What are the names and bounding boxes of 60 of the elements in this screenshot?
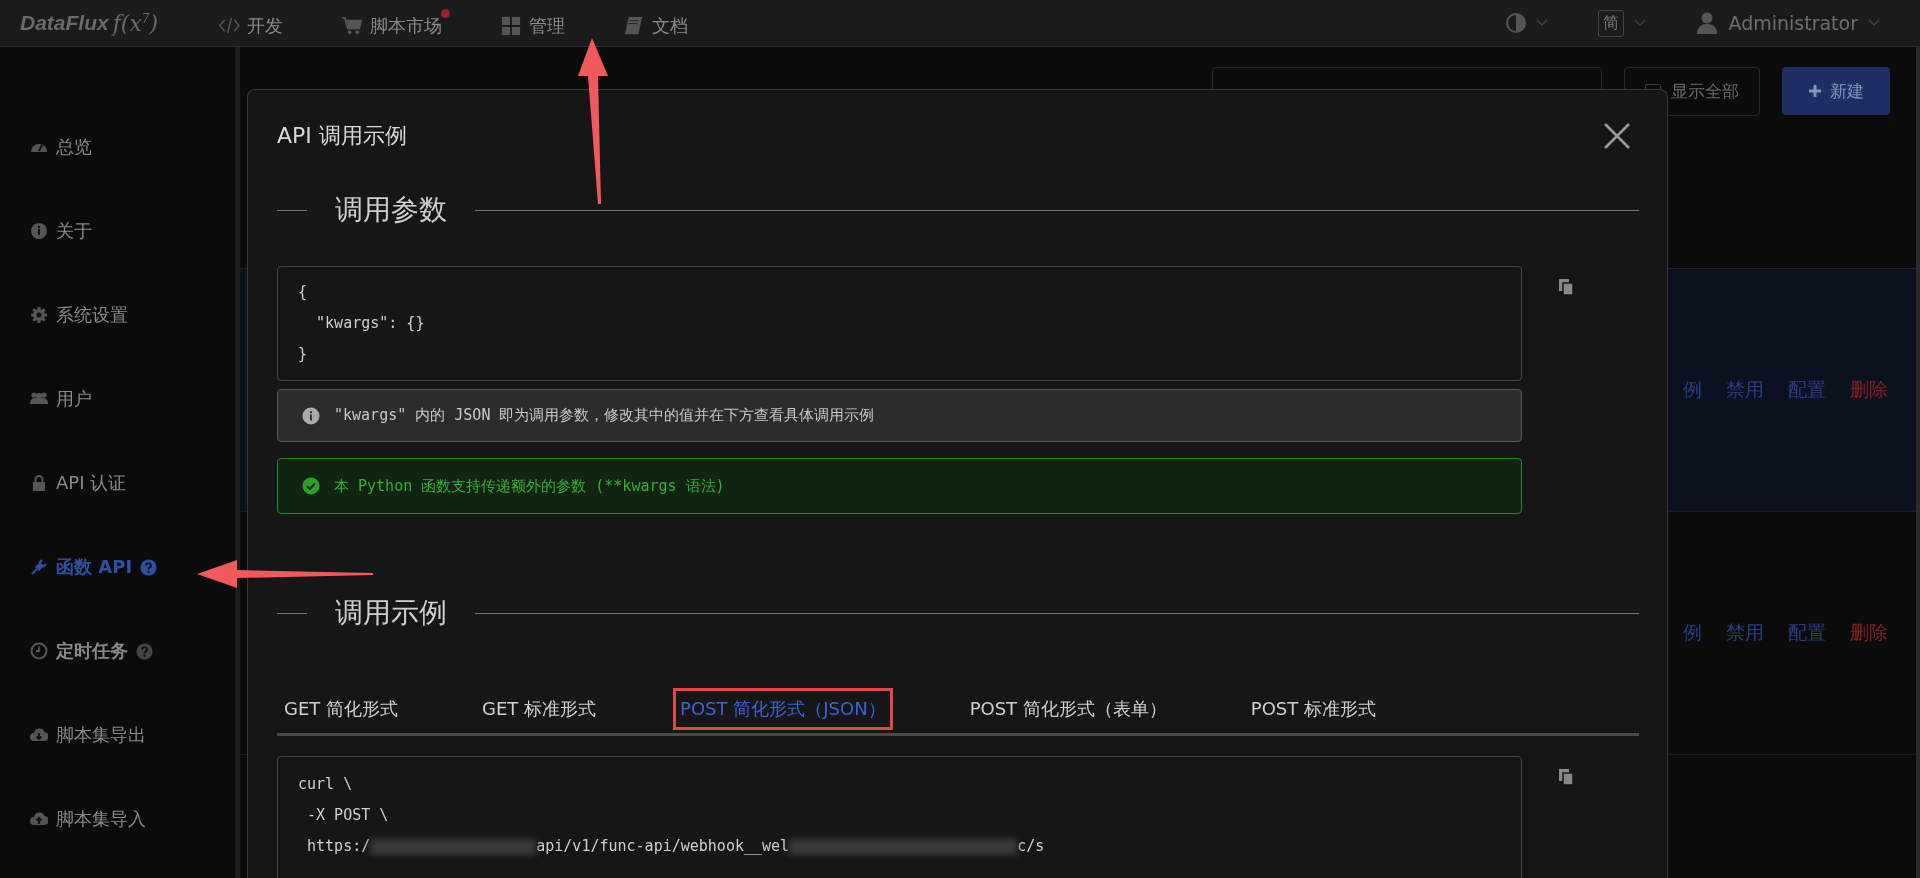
- close-button[interactable]: [1603, 122, 1631, 150]
- plus-icon: [1808, 84, 1822, 98]
- sidebar-item[interactable]: 总览: [30, 135, 92, 159]
- sidebar-item[interactable]: 系统设置: [30, 303, 128, 327]
- section-title: 调用参数: [334, 192, 448, 228]
- info-icon: [30, 222, 48, 240]
- sidebar-item[interactable]: 关于: [30, 219, 92, 243]
- caret-icon: [1634, 19, 1647, 27]
- help-icon: [140, 558, 158, 576]
- info-text: "kwargs" 内的 JSON 即为调用参数，修改其中的值并在下方查看具体调用示例: [334, 406, 875, 425]
- info-icon: [302, 406, 320, 425]
- sidebar-item[interactable]: 定时任务: [30, 639, 153, 663]
- cloud-download-icon: [30, 726, 48, 744]
- code-text: c/s: [1017, 836, 1045, 857]
- contrast-icon: [1506, 13, 1527, 33]
- logo-text: DataFlux: [20, 11, 109, 35]
- caret-icon: [1536, 19, 1549, 27]
- tab[interactable]: POST 简化形式（表单）: [962, 688, 1174, 730]
- cloud-upload-icon: [30, 810, 48, 828]
- cart-icon: [341, 14, 364, 37]
- logo-mark: f(x$^{7}$): [112, 10, 159, 36]
- new-button[interactable]: 新建: [1782, 67, 1890, 115]
- sidebar-item[interactable]: 函数 API: [30, 555, 158, 579]
- grid-icon: [500, 14, 523, 37]
- sidebar-item[interactable]: API 认证: [30, 471, 127, 495]
- nav-link[interactable]: 开发: [218, 8, 292, 38]
- code-text: api/v1/func-api/webhook__wel: [536, 836, 790, 857]
- nav-link[interactable]: 脚本市场: [341, 8, 451, 38]
- code-text: curl \: [298, 774, 353, 795]
- caret-icon: [1868, 19, 1880, 27]
- nav-link[interactable]: 文档: [623, 8, 697, 38]
- code-text: -X POST \: [306, 805, 389, 826]
- copy-icon: [1558, 768, 1574, 786]
- user-icon: [1696, 11, 1719, 35]
- sidebar-item[interactable]: 脚本集导出: [30, 723, 146, 747]
- tab[interactable]: GET 简化形式: [277, 688, 406, 730]
- copy-icon: [1558, 278, 1574, 296]
- plug-icon: [30, 558, 48, 576]
- sidebar-item[interactable]: 用户: [30, 387, 92, 411]
- tab[interactable]: GET 标准形式: [475, 688, 604, 730]
- clock-icon: [30, 642, 48, 660]
- close-icon: [1603, 122, 1631, 150]
- user-name[interactable]: Administrator: [1728, 12, 1858, 34]
- gear-icon: [30, 306, 48, 324]
- help-icon: [136, 642, 153, 660]
- check-circle-icon: [302, 477, 320, 495]
- sidebar-item[interactable]: 脚本集导入: [30, 807, 146, 831]
- tab[interactable]: POST 标准形式: [1243, 688, 1383, 730]
- code-text: https:/: [306, 836, 371, 857]
- language-button[interactable]: 简: [1598, 9, 1625, 37]
- code-line: {: [298, 282, 309, 303]
- tab[interactable]: POST 简化形式（JSON）: [673, 688, 893, 730]
- section-title: 调用示例: [334, 595, 448, 631]
- success-text: 本 Python 函数支持传递额外的参数 (**kwargs 语法): [334, 476, 725, 496]
- dialog-title: API 调用示例: [277, 122, 407, 150]
- nav-link[interactable]: 管理: [500, 8, 574, 38]
- code-line: "kwargs": {}: [315, 313, 426, 334]
- lock-icon: [30, 474, 48, 492]
- notification-dot: [441, 8, 451, 18]
- code-line: }: [298, 344, 309, 365]
